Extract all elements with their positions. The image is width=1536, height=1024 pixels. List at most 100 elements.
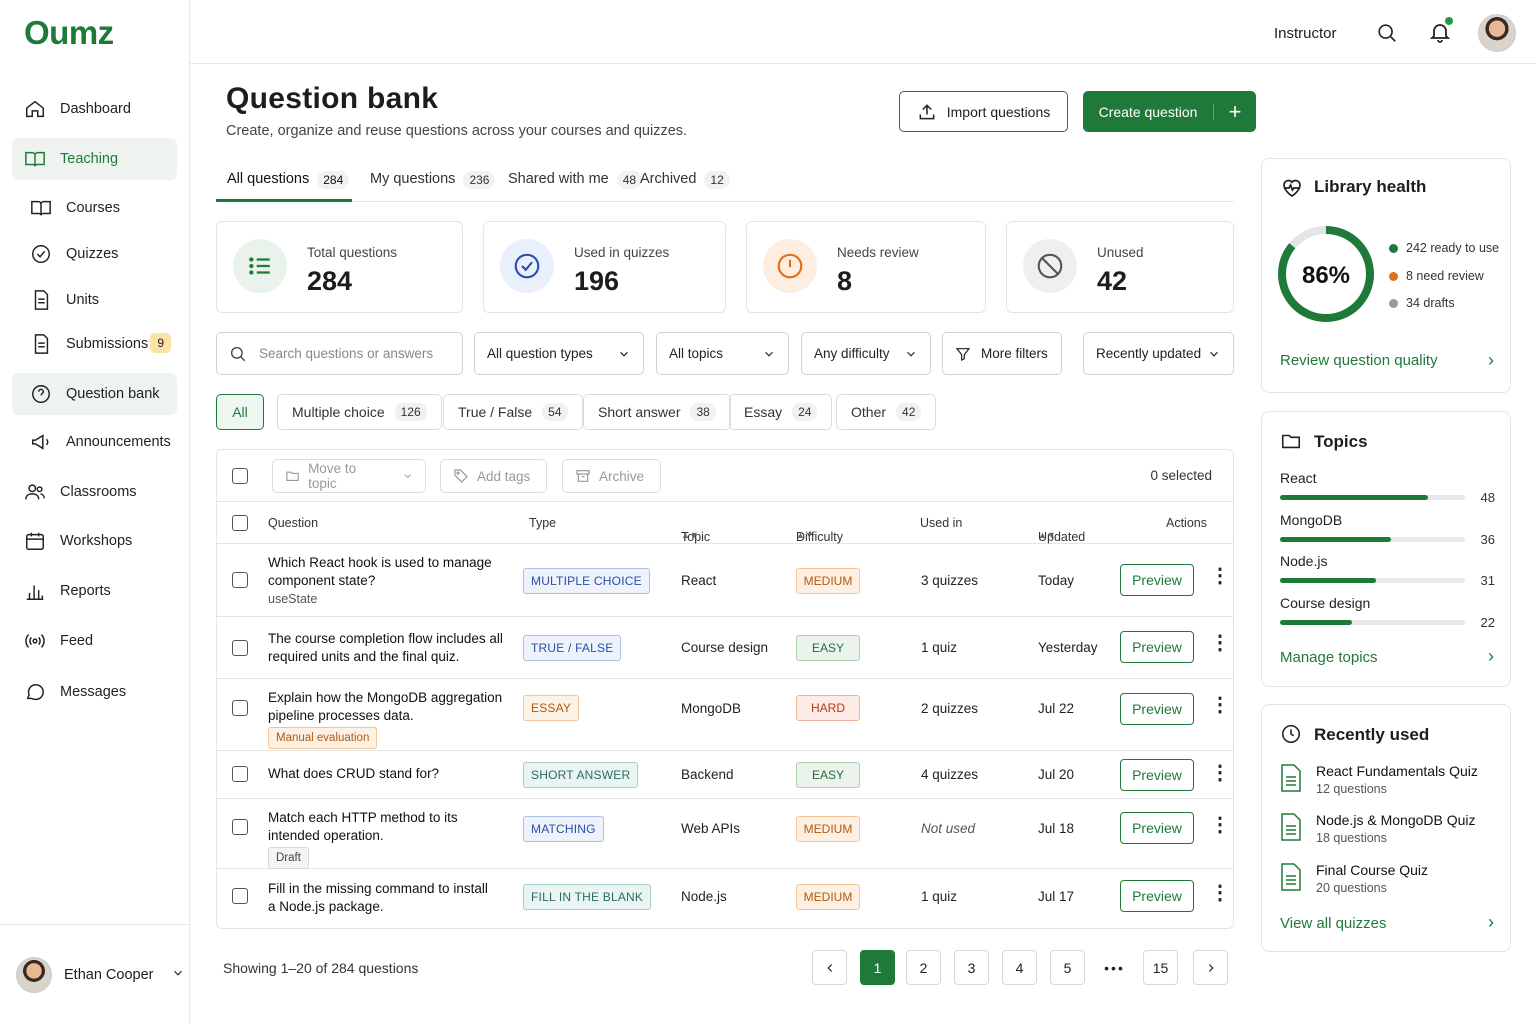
sidebar-item-submissions[interactable]: Submissions 9 [12, 323, 177, 365]
page-button[interactable]: 15 [1143, 950, 1178, 985]
row-checkbox[interactable] [232, 888, 248, 904]
more-actions-icon[interactable]: ⋮ [1210, 633, 1230, 653]
chevron-right-icon[interactable]: › [1488, 646, 1494, 667]
avatar[interactable] [1478, 14, 1516, 52]
sidebar-item-courses[interactable]: Courses [12, 187, 177, 229]
preview-button[interactable]: Preview [1120, 880, 1194, 912]
table-row[interactable]: What does CRUD stand for? SHORT ANSWER B… [217, 751, 1233, 799]
sidebar-item-quizzes[interactable]: Quizzes [12, 233, 177, 275]
more-actions-icon[interactable]: ⋮ [1210, 566, 1230, 586]
sidebar-item-units[interactable]: Units [12, 279, 177, 321]
recent-quiz-item[interactable]: Node.js & MongoDB Quiz 18 questions [1280, 812, 1476, 845]
page-button[interactable]: 4 [1002, 950, 1037, 985]
brand-logo[interactable]: Oumz [24, 14, 114, 52]
sort-select[interactable]: Recently updated [1083, 332, 1234, 375]
more-actions-icon[interactable]: ⋮ [1210, 815, 1230, 835]
sidebar-item-messages[interactable]: Messages [12, 671, 177, 713]
chevron-right-icon[interactable]: › [1488, 350, 1494, 371]
folder-icon [1280, 430, 1302, 455]
search-input[interactable]: Search questions or answers [216, 332, 463, 375]
topic-row[interactable]: Node.js 31 [1280, 553, 1495, 588]
sidebar-item-reports[interactable]: Reports [12, 570, 177, 612]
pagination-ellipsis: ••• [1104, 959, 1125, 976]
sidebar-item-workshops[interactable]: Workshops [12, 520, 177, 562]
row-checkbox[interactable] [232, 572, 248, 588]
chip-multiple-choice[interactable]: Multiple choice 126 [277, 394, 442, 430]
topic-row[interactable]: Course design 22 [1280, 595, 1495, 630]
table-row[interactable]: Which React hook is used to manage compo… [217, 544, 1233, 617]
sidebar-item-classrooms[interactable]: Classrooms [12, 471, 177, 513]
user-menu[interactable]: Ethan Cooper [0, 924, 190, 1024]
preview-button[interactable]: Preview [1120, 759, 1194, 791]
table-row[interactable]: Fill in the missing command to install a… [217, 869, 1233, 928]
review-quality-link[interactable]: Review question quality [1280, 352, 1438, 369]
row-checkbox[interactable] [232, 819, 248, 835]
chip-short-answer[interactable]: Short answer 38 [583, 394, 731, 430]
tab-all-questions[interactable]: All questions 284 [216, 160, 352, 202]
row-checkbox[interactable] [232, 700, 248, 716]
tab-shared-with-me[interactable]: Shared with me 48 [508, 160, 643, 202]
chip-other[interactable]: Other 42 [836, 394, 937, 430]
next-page-button[interactable] [1193, 950, 1228, 985]
sidebar-item-dashboard[interactable]: Dashboard [12, 88, 177, 130]
recent-quiz-item[interactable]: React Fundamentals Quiz 12 questions [1280, 763, 1478, 796]
sidebar-item-feed[interactable]: Feed [12, 620, 177, 662]
row-checkbox[interactable] [232, 640, 248, 656]
header-checkbox[interactable] [232, 515, 248, 531]
recent-quiz-item[interactable]: Final Course Quiz 20 questions [1280, 862, 1428, 895]
question-text[interactable]: The course completion flow includes all … [268, 630, 503, 666]
preview-button[interactable]: Preview [1120, 631, 1194, 663]
question-text[interactable]: Match each HTTP method to its intended o… [268, 809, 503, 869]
archive-button[interactable]: Archive [562, 459, 661, 493]
page-button[interactable]: 5 [1050, 950, 1085, 985]
used-in-cell: 1 quiz [921, 889, 958, 904]
sidebar-item-announcements[interactable]: Announcements [12, 421, 177, 463]
question-text[interactable]: Fill in the missing command to install a… [268, 880, 503, 916]
search-icon[interactable] [1376, 22, 1398, 47]
preview-button[interactable]: Preview [1120, 693, 1194, 725]
more-actions-icon[interactable]: ⋮ [1210, 883, 1230, 903]
manage-topics-link[interactable]: Manage topics [1280, 649, 1378, 666]
more-actions-icon[interactable]: ⋮ [1210, 763, 1230, 783]
page-button[interactable]: 3 [954, 950, 989, 985]
preview-button[interactable]: Preview [1120, 564, 1194, 596]
view-all-quizzes-link[interactable]: View all quizzes [1280, 915, 1386, 932]
type-filter-select[interactable]: All question types [474, 332, 644, 375]
chevron-right-icon[interactable]: › [1488, 912, 1494, 933]
stat-value: 42 [1097, 266, 1128, 296]
sidebar-item-teaching[interactable]: Teaching [12, 138, 177, 180]
page-button[interactable]: 1 [860, 950, 895, 985]
table-row[interactable]: Match each HTTP method to its intended o… [217, 799, 1233, 869]
select-all-checkbox[interactable] [232, 468, 248, 484]
role-label[interactable]: Instructor [1274, 25, 1337, 42]
topic-row[interactable]: React 48 [1280, 470, 1495, 505]
move-to-topic-button[interactable]: Move to topic [272, 459, 426, 493]
question-text[interactable]: Which React hook is used to manage compo… [268, 554, 503, 608]
topic-row[interactable]: MongoDB 36 [1280, 512, 1495, 547]
bell-icon[interactable] [1428, 17, 1453, 47]
page-button[interactable]: 2 [906, 950, 941, 985]
stat-value: 8 [837, 266, 853, 296]
chip-true-false[interactable]: True / False 54 [443, 394, 583, 430]
import-questions-button[interactable]: Import questions [899, 91, 1068, 132]
add-tags-button[interactable]: Add tags [440, 459, 547, 493]
tab-archived[interactable]: Archived 12 [640, 160, 730, 202]
chip-essay[interactable]: Essay 24 [729, 394, 833, 430]
difficulty-filter-select[interactable]: Any difficulty [801, 332, 931, 375]
preview-button[interactable]: Preview [1120, 812, 1194, 844]
topic-filter-select[interactable]: All topics [656, 332, 789, 375]
prev-page-button[interactable] [812, 950, 847, 985]
sidebar-item-question-bank[interactable]: Question bank [12, 373, 177, 415]
chip-all[interactable]: All [216, 394, 264, 430]
more-actions-icon[interactable]: ⋮ [1210, 695, 1230, 715]
create-question-button[interactable]: Create question + [1083, 91, 1256, 132]
table-row[interactable]: The course completion flow includes all … [217, 617, 1233, 679]
plus-icon[interactable]: + [1214, 99, 1256, 125]
question-text[interactable]: What does CRUD stand for? [268, 765, 503, 783]
topic-bar [1280, 495, 1465, 500]
table-row[interactable]: Explain how the MongoDB aggregation pipe… [217, 679, 1233, 751]
more-filters-button[interactable]: More filters [942, 332, 1062, 375]
question-text[interactable]: Explain how the MongoDB aggregation pipe… [268, 689, 503, 749]
tab-my-questions[interactable]: My questions 236 [370, 160, 496, 202]
row-checkbox[interactable] [232, 766, 248, 782]
